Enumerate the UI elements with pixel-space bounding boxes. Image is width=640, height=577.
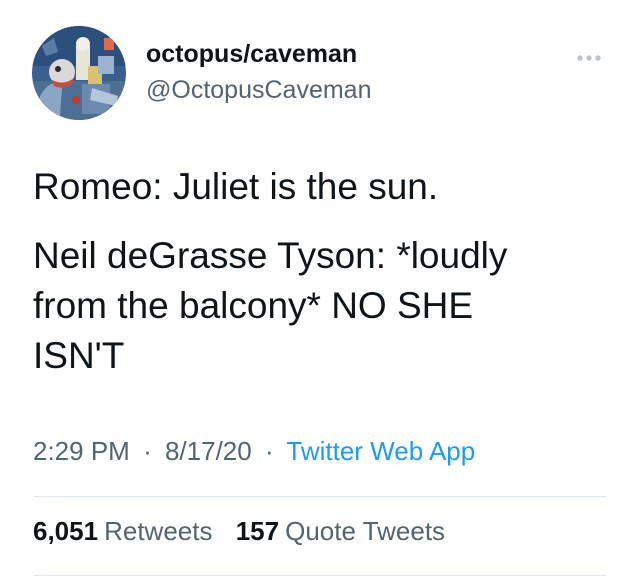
divider bbox=[33, 496, 607, 497]
quote-tweets-stat[interactable]: 157 Quote Tweets bbox=[236, 516, 445, 546]
quote-tweets-label: Quote Tweets bbox=[285, 516, 446, 546]
meta-separator: · bbox=[264, 436, 274, 466]
divider bbox=[33, 575, 607, 576]
tweet-card: octopus/caveman @OctopusCaveman Romeo: J… bbox=[0, 0, 640, 577]
retweets-stat[interactable]: 6,051 Retweets bbox=[33, 516, 220, 546]
tweet-text-line: Neil deGrasse Tyson: *loudly bbox=[33, 235, 508, 276]
more-options-button[interactable] bbox=[574, 48, 610, 68]
retweets-label: Retweets bbox=[104, 516, 213, 546]
retweets-count: 6,051 bbox=[33, 516, 99, 546]
tweet-text-line: Romeo: Juliet is the sun. bbox=[33, 166, 439, 207]
tweet-metadata: 2:29 PM · 8/17/20 · Twitter Web App bbox=[33, 436, 475, 467]
tweet-text-line: ISN'T bbox=[33, 335, 125, 376]
painted-portrait-avatar-icon bbox=[32, 26, 126, 120]
tweet-text-line: from the balcony* NO SHE bbox=[33, 285, 474, 326]
author-handle[interactable]: @OctopusCaveman bbox=[146, 76, 371, 105]
tweet-stats: 6,051 Retweets 157 Quote Tweets bbox=[33, 516, 445, 547]
tweet-date[interactable]: 8/17/20 bbox=[165, 436, 252, 466]
more-dots-icon bbox=[577, 55, 601, 61]
quote-tweets-count: 157 bbox=[235, 516, 280, 546]
avatar[interactable] bbox=[32, 26, 126, 120]
tweet-time[interactable]: 2:29 PM bbox=[33, 436, 130, 466]
tweet-source-link[interactable]: Twitter Web App bbox=[286, 436, 475, 466]
author-display-name[interactable]: octopus/caveman bbox=[146, 40, 357, 69]
meta-separator: · bbox=[143, 436, 152, 466]
